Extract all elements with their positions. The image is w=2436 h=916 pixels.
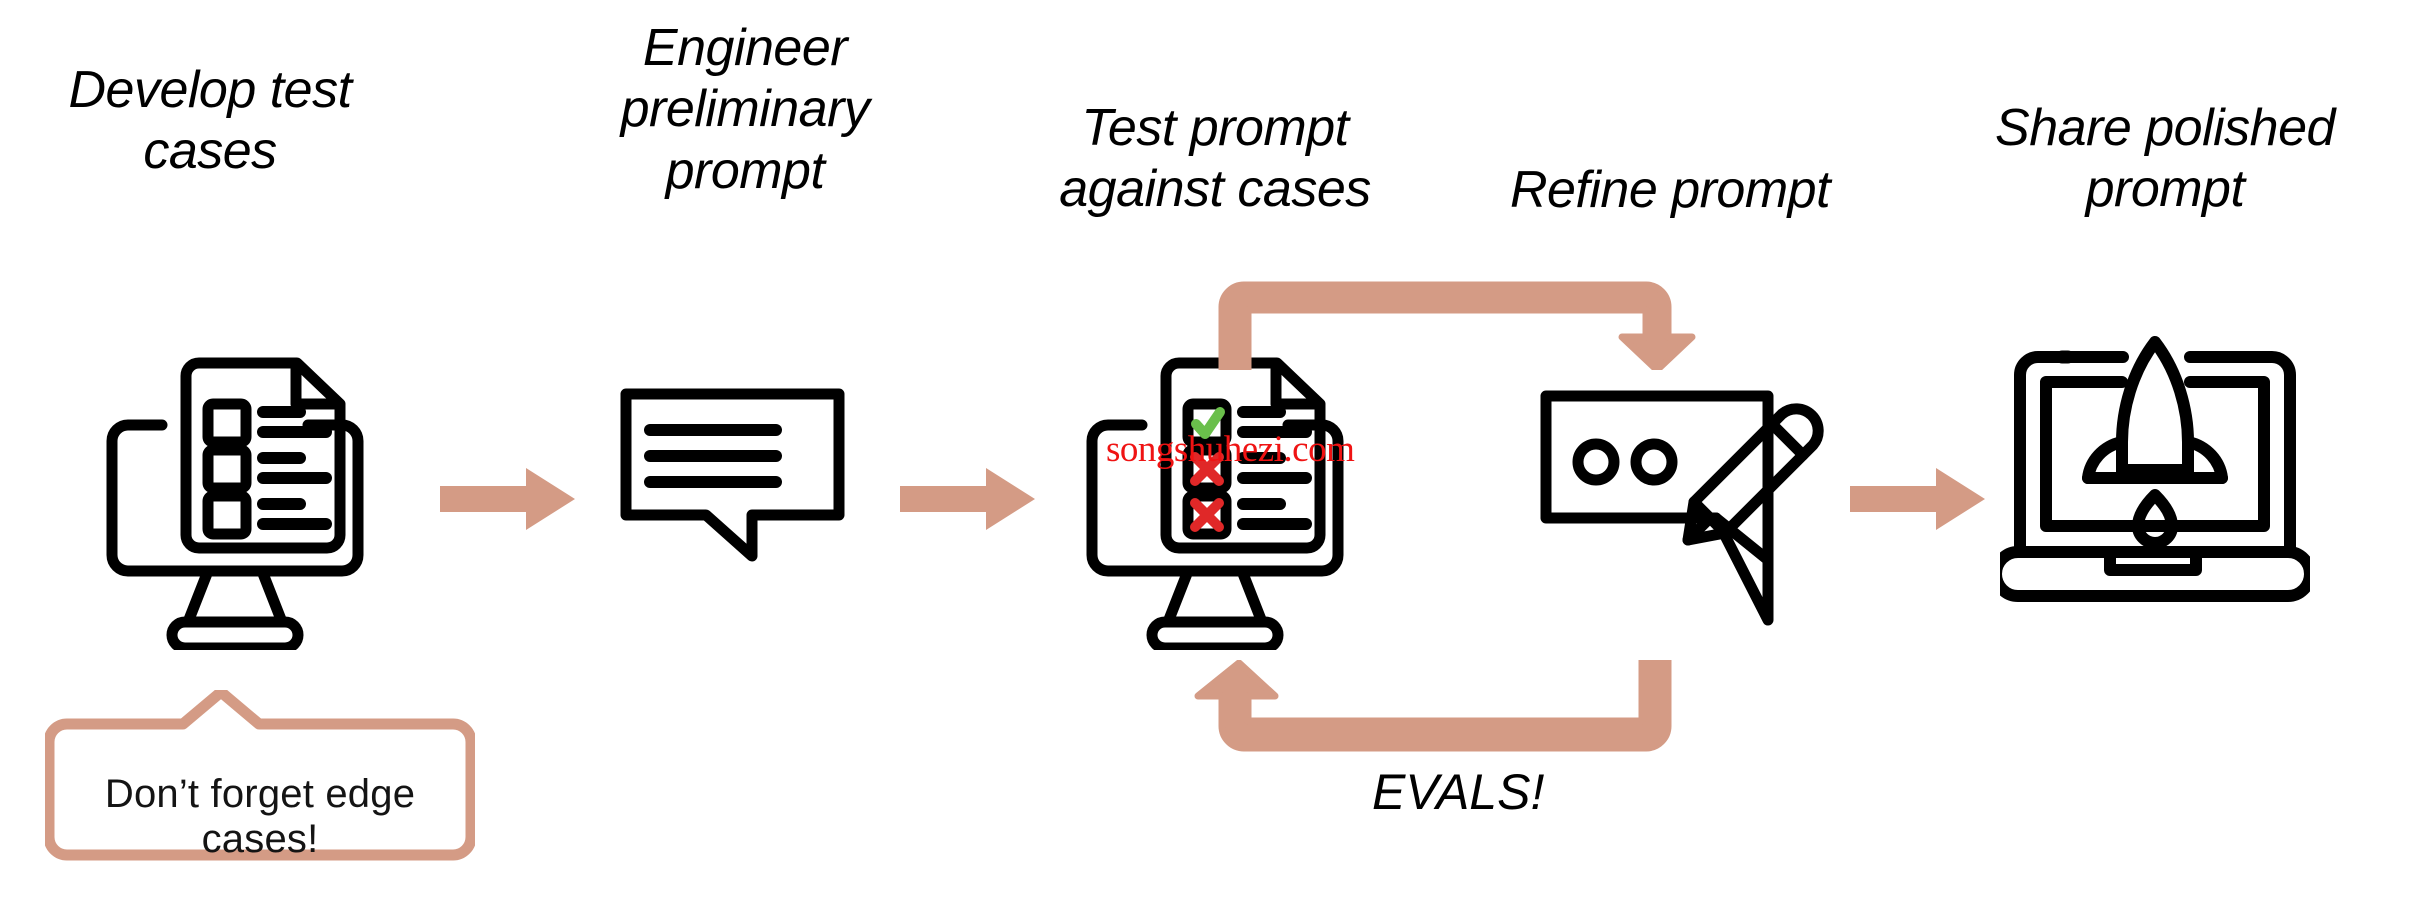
speech-bubble-pencil-icon [1540, 390, 1840, 630]
callout-edge-cases: Don’t forget edge cases! [45, 690, 475, 870]
connector-arrow-3 [1850, 468, 1985, 530]
step-label-develop-test-cases: Develop test cases [68, 61, 352, 181]
watermark-text: songshuhezi.com [1106, 429, 1355, 470]
loop-arrow-top [1180, 255, 1750, 374]
step-label-test-prompt-against-cases: Test prompt against cases [1059, 99, 1371, 219]
loop-label-evals: EVALS! [1372, 764, 1545, 820]
diagram-canvas: Develop test cases Engineer preliminary … [0, 0, 2436, 916]
step-label-engineer-preliminary-prompt: Engineer preliminary prompt [620, 19, 870, 200]
connector-arrow-2 [900, 468, 1035, 530]
loop-arrow-bottom [1180, 656, 1750, 775]
callout-text: Don’t forget edge cases! [104, 772, 416, 861]
monitor-checklist-results-icon [1080, 350, 1350, 650]
connector-arrow-1 [440, 468, 575, 530]
laptop-rocket-icon [2000, 330, 2310, 620]
step-label-refine-prompt: Refine prompt [1509, 161, 1831, 219]
monitor-checklist-icon [100, 350, 370, 650]
speech-bubble-lines-icon [620, 388, 845, 603]
step-label-share-polished-prompt: Share polished prompt [1995, 99, 2335, 219]
result-cross-2 [1190, 498, 1224, 532]
